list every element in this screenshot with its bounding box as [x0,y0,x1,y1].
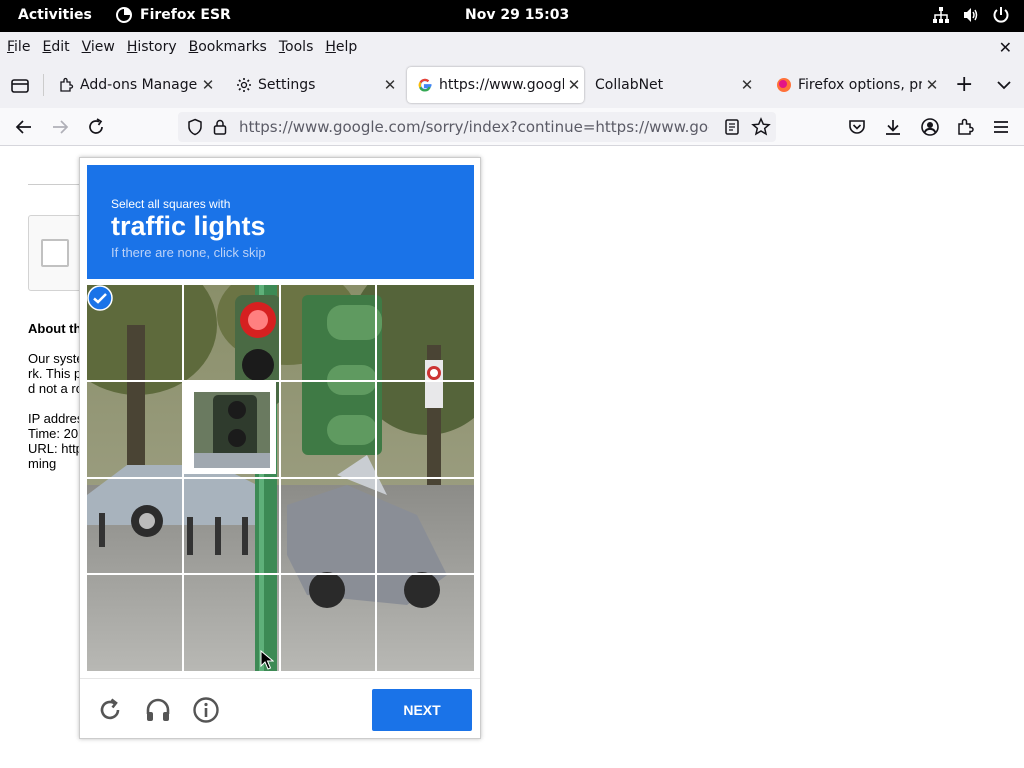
captcha-tile-15[interactable] [377,575,474,671]
captcha-tile-8[interactable] [87,478,184,576]
captcha-tile-14[interactable] [281,575,378,671]
lock-icon[interactable] [212,118,228,136]
gnome-top-bar: Activities Firefox ESR Nov 29 15:03 [0,0,1024,32]
window-close-icon[interactable]: ✕ [999,38,1012,57]
url-text: https://www.google.com/sorry/index?conti… [239,118,709,136]
reader-view-icon[interactable] [723,118,741,136]
gear-icon [237,78,251,92]
para-line: d not a ro [28,381,83,396]
back-arrow-icon[interactable] [14,117,34,137]
next-button[interactable]: NEXT [372,689,472,731]
para-line: Our syste [28,351,84,366]
app-menu[interactable]: Firefox ESR [116,7,231,23]
recaptcha-challenge-dialog: Select all squares with traffic lights I… [79,157,481,739]
tab-close-icon[interactable]: ✕ [564,76,584,94]
tab-label: Settings [258,77,316,93]
captcha-tile-12[interactable] [87,575,184,671]
tab-close-icon[interactable]: ✕ [380,76,400,94]
menu-bar: File Edit View History Bookmarks Tools H… [0,32,1024,62]
firefox-view-icon[interactable] [10,76,30,96]
app-name: Firefox ESR [140,7,231,23]
tab-strip: Add-ons Manager ✕ Settings ✕ https://www… [0,62,1024,108]
forward-arrow-icon[interactable] [50,117,70,137]
tab-collabnet[interactable]: CollabNet ✕ [585,67,757,103]
info-line: ming [28,456,57,471]
hamburger-menu-icon[interactable] [991,117,1011,137]
instruction-text: Select all squares with [111,197,231,211]
tab-close-icon[interactable]: ✕ [198,76,218,94]
captcha-tile-7[interactable] [377,382,474,479]
tab-google-sorry[interactable]: https://www.google.com/sorry ✕ [407,67,584,103]
network-icon [933,7,949,23]
menu-bookmarks[interactable]: Bookmarks [189,39,267,55]
tab-label: https://www.google.com/sorry [439,77,564,93]
clock[interactable]: Nov 29 15:03 [465,7,569,23]
system-tray[interactable] [932,6,1010,24]
captcha-tile-9[interactable] [183,478,281,576]
about-heading: About th [28,321,82,336]
challenge-header: Select all squares with traffic lights I… [87,165,474,279]
navigation-toolbar: https://www.google.com/sorry/index?conti… [0,108,1024,146]
menu-help[interactable]: Help [325,39,357,55]
downloads-icon[interactable] [883,117,903,137]
challenge-footer: NEXT [80,678,480,738]
captcha-tile-3[interactable] [377,285,474,382]
menu-history[interactable]: History [127,39,177,55]
info-icon[interactable] [192,696,220,724]
audio-challenge-headphones-icon[interactable] [144,696,172,724]
power-icon [993,7,1009,23]
info-line: IP addres [28,411,84,426]
new-tab-button[interactable]: + [955,72,973,97]
captcha-tile-11[interactable] [377,479,474,576]
tab-close-icon[interactable]: ✕ [737,76,757,94]
tab-addons-manager[interactable]: Add-ons Manager ✕ [48,67,218,103]
mouse-cursor-icon [260,650,274,670]
menu-file[interactable]: File [7,39,30,55]
menu-tools[interactable]: Tools [279,39,314,55]
tab-close-icon[interactable]: ✕ [922,76,942,94]
firefox-icon [116,7,132,23]
firefox-support-icon [777,78,791,92]
target-object-text: traffic lights [111,211,266,241]
recaptcha-checkbox[interactable] [41,239,69,267]
image-grid [87,285,474,671]
tab-settings[interactable]: Settings ✕ [226,67,400,103]
volume-icon [964,8,978,22]
menu-edit[interactable]: Edit [42,39,69,55]
list-all-tabs-icon[interactable] [996,79,1012,91]
para-line: rk. This p [28,366,82,381]
captcha-tile-4[interactable] [87,381,184,479]
reload-icon[interactable] [86,117,106,137]
tab-label: Add-ons Manager [80,77,198,93]
tab-label: CollabNet [595,77,664,93]
captcha-tile-10[interactable] [280,478,378,576]
google-g-icon [418,78,432,92]
tile-selected-check-icon [87,285,113,311]
bookmark-star-icon[interactable] [751,117,771,137]
puzzle-icon [60,77,74,92]
info-line: Time: 20 [28,426,79,441]
url-bar[interactable]: https://www.google.com/sorry/index?conti… [178,112,776,142]
account-icon[interactable] [920,117,940,137]
tab-firefox-options[interactable]: Firefox options, preferences ✕ [766,67,942,103]
extensions-icon[interactable] [955,117,975,137]
tab-label: Firefox options, preferences [798,77,922,93]
reload-challenge-icon[interactable] [96,696,124,724]
tracking-protection-shield-icon[interactable] [186,118,204,136]
info-line: URL: http [28,441,83,456]
pocket-icon[interactable] [847,117,867,137]
captcha-tile-5[interactable] [183,381,281,479]
captcha-tile-2[interactable] [280,285,378,382]
activities-button[interactable]: Activities [18,7,92,23]
skip-hint-text: If there are none, click skip [111,245,266,260]
menu-view[interactable]: View [82,39,115,55]
captcha-tile-6[interactable] [280,381,378,479]
captcha-tile-1[interactable] [183,285,281,382]
